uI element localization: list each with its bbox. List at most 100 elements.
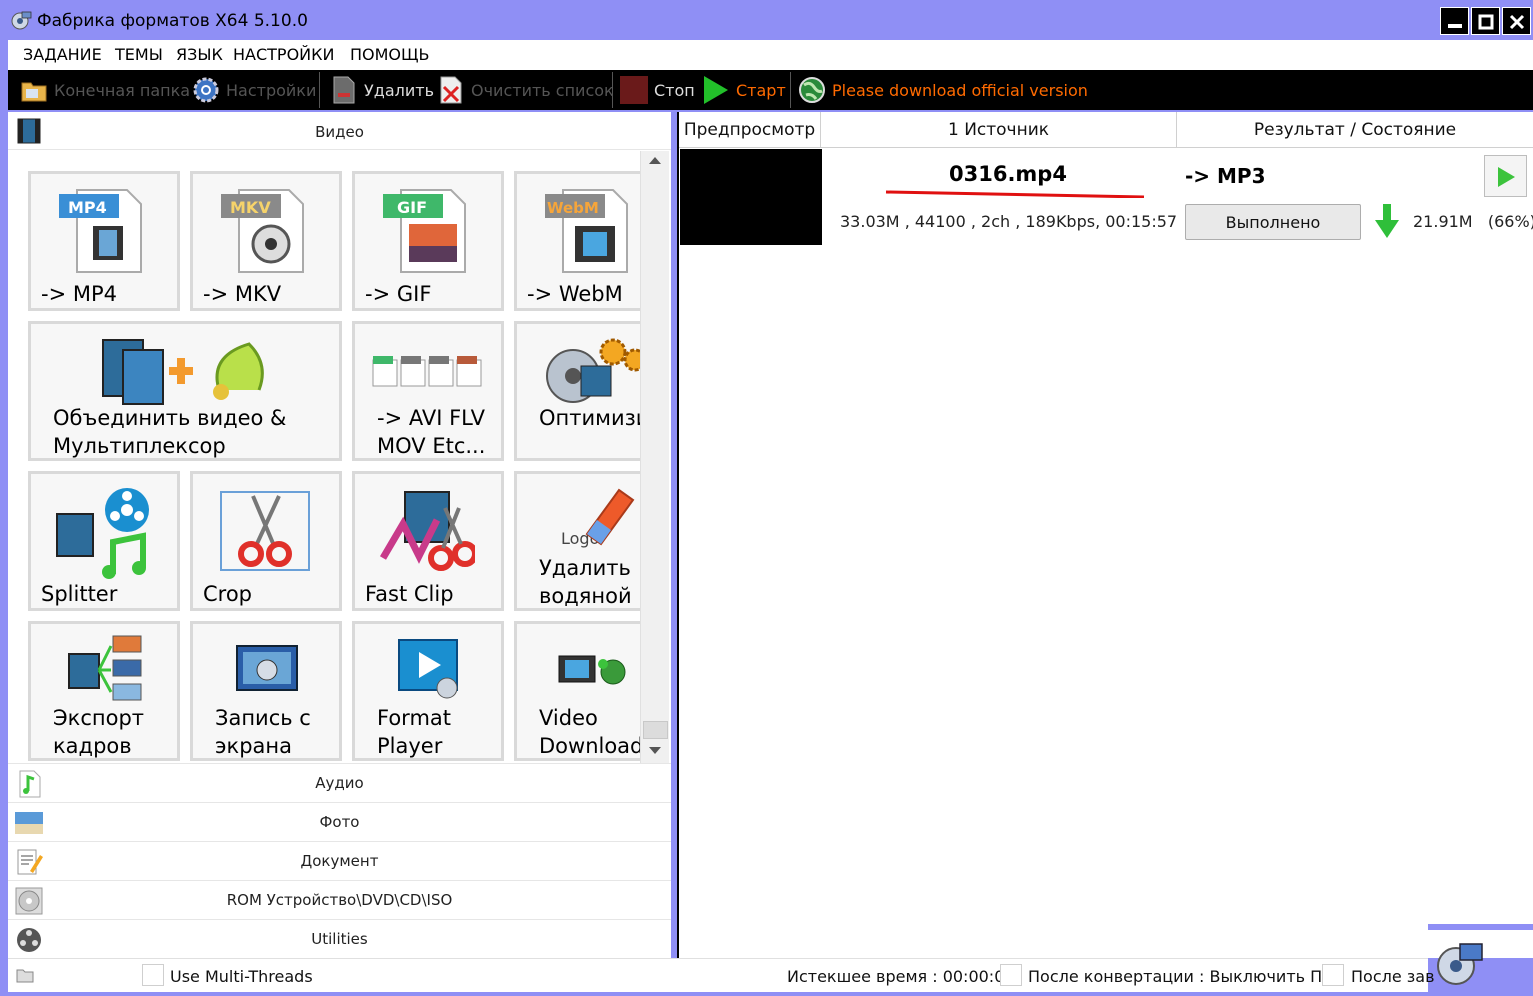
export-frames-icon [68, 635, 142, 701]
stop-label: Стоп [654, 80, 695, 100]
download-official-link[interactable]: Please download official version [798, 70, 1088, 110]
toolbar: Конечная папка Настройки Удалить Очистит… [8, 70, 1533, 110]
delete-icon [333, 76, 355, 104]
multi-threads-label: Use Multi-Threads [170, 967, 313, 986]
minimize-icon [1448, 24, 1462, 28]
svg-text:MP4: MP4 [68, 198, 107, 217]
tile-to-mkv-label: -> MKV [203, 282, 282, 306]
category-photo[interactable]: Фото [8, 802, 671, 841]
toolbar-separator [319, 72, 320, 108]
scrollbar-thumb[interactable] [643, 721, 668, 739]
output-folder-button[interactable]: Конечная папка [20, 70, 190, 110]
gif-file-icon: GIF [383, 189, 466, 273]
task-output-size: 21.91M (66%) [1413, 212, 1533, 231]
task-play-button[interactable] [1484, 155, 1527, 197]
stop-icon [620, 76, 648, 104]
category-utilities-label: Utilities [311, 930, 368, 948]
play-icon [704, 76, 728, 104]
tile-avi-label-2: MOV Etc... [377, 434, 486, 458]
tile-to-mp4-label: -> MP4 [41, 282, 117, 306]
maximize-icon [1478, 14, 1494, 30]
tile-download-label-1: Video [539, 706, 598, 730]
column-preview[interactable]: Предпросмотр [679, 112, 821, 148]
tools-vertical-scrollbar[interactable] [640, 151, 669, 763]
menu-task[interactable]: ЗАДАНИЕ [23, 45, 102, 64]
clear-list-label: Очистить список [471, 80, 614, 100]
column-source[interactable]: 1 Источник [821, 112, 1177, 148]
task-preview-thumbnail [680, 149, 822, 245]
tile-to-mkv[interactable]: MKV -> MKV [190, 171, 342, 311]
tile-merge-video[interactable]: Объединить видео & Мультиплексор [28, 321, 342, 461]
after-convert-checkbox[interactable] [1000, 964, 1022, 986]
tile-optimize[interactable]: Оптимизи [514, 321, 648, 461]
task-output-percent: (66%) [1487, 212, 1533, 231]
app-window: Фабрика форматов X64 5.10.0 ЗАДАНИЕ ТЕМЫ… [0, 0, 1533, 996]
scroll-down-arrow-icon[interactable] [649, 747, 661, 754]
multi-format-icon [372, 356, 482, 387]
start-button[interactable]: Старт [702, 70, 786, 110]
scroll-up-arrow-icon[interactable] [649, 157, 661, 164]
tile-format-player[interactable]: Format Player [352, 621, 504, 761]
mkv-file-icon: MKV [221, 189, 304, 273]
gear-icon [193, 77, 219, 103]
tile-remove-watermark[interactable]: Logo Удалить водяной [514, 471, 648, 611]
task-target-format: -> MP3 [1185, 164, 1266, 188]
delete-label: Удалить [364, 80, 434, 100]
category-rom-device[interactable]: ROM Устройство\DVD\CD\ISO [8, 880, 671, 919]
output-folder-label: Конечная папка [54, 80, 191, 100]
panel-divider [1428, 924, 1533, 930]
settings-label: Настройки [226, 80, 317, 100]
download-notice-label: Please download official version [832, 80, 1088, 100]
task-output-size-value: 21.91M [1413, 212, 1473, 231]
app-corner-logo-icon [1437, 943, 1483, 985]
minimize-button[interactable] [1440, 7, 1469, 35]
after-complete-checkbox[interactable] [1322, 964, 1344, 986]
screen-record-icon [236, 645, 298, 691]
menu-help[interactable]: ПОМОЩЬ [350, 45, 430, 64]
category-rom-label: ROM Устройство\DVD\CD\ISO [226, 891, 453, 909]
category-document[interactable]: Документ [8, 841, 671, 880]
title-bar: Фабрика форматов X64 5.10.0 [0, 0, 1533, 40]
toolbar-separator [612, 72, 613, 108]
toolbar-separator [790, 72, 791, 108]
svg-text:WebM: WebM [547, 199, 599, 217]
player-icon [398, 639, 458, 699]
close-button[interactable] [1502, 7, 1531, 35]
task-status-button[interactable]: Выполнено [1185, 204, 1361, 240]
tile-download-label-2: Download [539, 734, 644, 758]
category-video-header[interactable]: Видео [8, 112, 671, 150]
tile-crop-label: Crop [203, 582, 253, 606]
clear-list-button[interactable]: Очистить список [437, 70, 614, 110]
tile-video-download[interactable]: Video Download [514, 621, 648, 761]
tile-to-gif-label: -> GIF [365, 282, 432, 306]
clear-list-icon [440, 76, 462, 104]
tile-to-mp4[interactable]: MP4 -> MP4 [28, 171, 180, 311]
tile-fast-clip[interactable]: Fast Clip [352, 471, 504, 611]
menu-settings[interactable]: НАСТРОЙКИ [233, 45, 334, 64]
delete-button[interactable]: Удалить [330, 70, 434, 110]
category-audio[interactable]: Аудио [8, 763, 671, 802]
menu-language[interactable]: ЯЗЫК [176, 45, 223, 64]
window-title: Фабрика форматов X64 5.10.0 [37, 11, 308, 31]
tile-fast-clip-label: Fast Clip [365, 582, 454, 606]
tile-to-avi-flv-mov[interactable]: -> AVI FLV MOV Etc... [352, 321, 504, 461]
settings-button[interactable]: Настройки [192, 70, 316, 110]
category-utilities[interactable]: Utilities [8, 919, 671, 958]
folder-icon [21, 82, 47, 102]
multi-threads-checkbox[interactable] [142, 964, 164, 986]
stop-button[interactable]: Стоп [620, 70, 695, 110]
svg-text:GIF: GIF [397, 198, 427, 217]
tile-export-frames[interactable]: Экспорт кадров [28, 621, 180, 761]
column-result[interactable]: Результат / Состояние [1177, 112, 1533, 148]
play-icon [1498, 167, 1515, 187]
fast-clip-icon [379, 491, 475, 571]
tile-screen-record[interactable]: Запись с экрана [190, 621, 342, 761]
crop-scissors-icon [220, 491, 310, 571]
tile-to-webm[interactable]: WebM -> WebM [514, 171, 648, 311]
tile-to-gif[interactable]: GIF -> GIF [352, 171, 504, 311]
menu-themes[interactable]: ТЕМЫ [115, 45, 163, 64]
tile-record-label-1: Запись с [215, 706, 311, 730]
maximize-button[interactable] [1471, 7, 1500, 35]
tile-splitter[interactable]: Splitter [28, 471, 180, 611]
tile-crop[interactable]: Crop [190, 471, 342, 611]
